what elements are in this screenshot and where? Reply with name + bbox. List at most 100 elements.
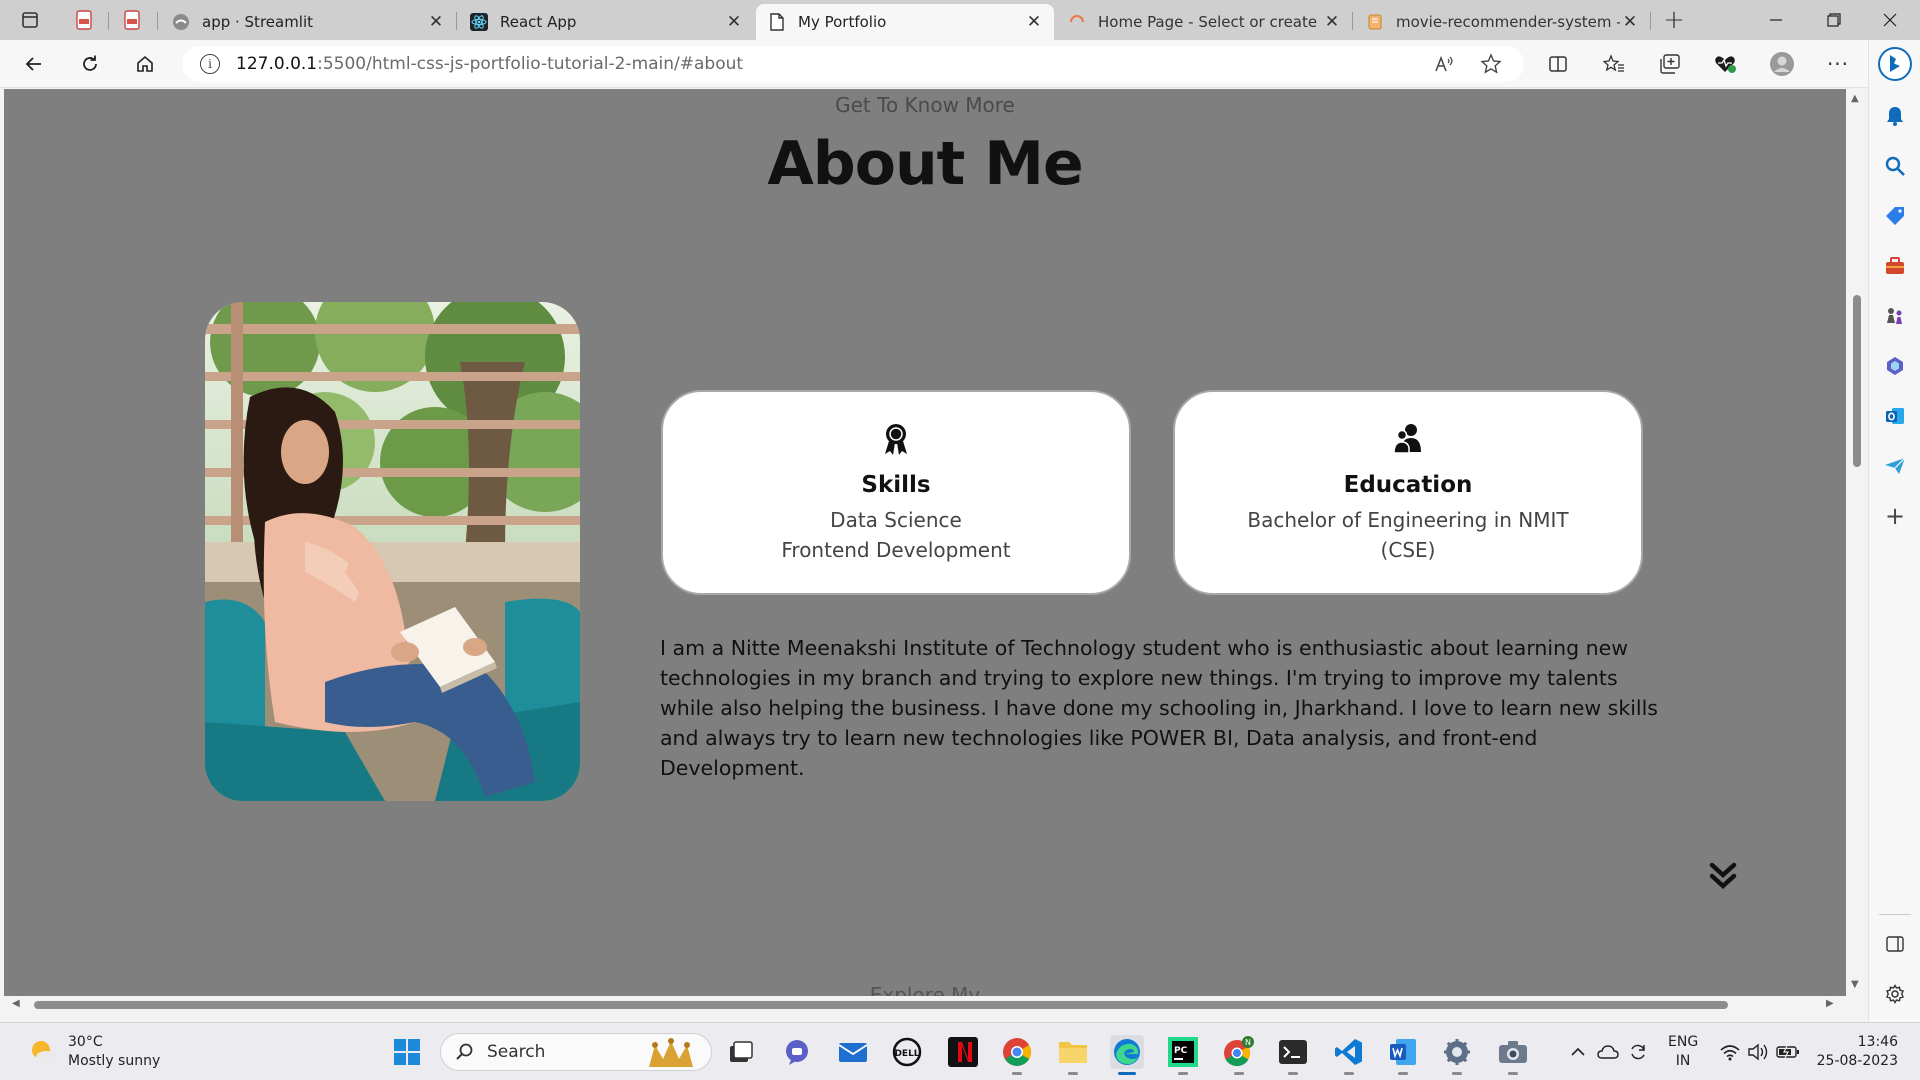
- award-icon: [663, 422, 1129, 458]
- active-indicator: [1118, 1072, 1136, 1075]
- file-explorer-icon[interactable]: [1056, 1035, 1090, 1069]
- vertical-scroll-thumb[interactable]: [1853, 295, 1861, 467]
- volume-icon[interactable]: [1746, 1041, 1770, 1063]
- scroll-left-icon[interactable]: ◀: [12, 998, 20, 1009]
- send-telegram-icon[interactable]: [1881, 452, 1909, 480]
- hide-sidebar-icon[interactable]: [1881, 930, 1909, 958]
- back-icon[interactable]: [16, 48, 52, 80]
- refresh-icon[interactable]: [72, 48, 108, 80]
- new-tab-icon[interactable]: +: [1652, 0, 1696, 40]
- notifications-icon[interactable]: [1881, 102, 1909, 130]
- collections-icon[interactable]: [1652, 48, 1688, 80]
- about-bio-text: I am a Nitte Meenakshi Institute of Tech…: [660, 636, 1658, 780]
- svg-text:DELL: DELL: [894, 1049, 919, 1059]
- search-highlight-icon: [649, 1038, 693, 1067]
- games-chess-icon[interactable]: [1881, 302, 1909, 330]
- address-bar[interactable]: i 127.0.0.1:5500/html-css-js-portfolio-t…: [182, 46, 1524, 82]
- onedrive-cloud-icon[interactable]: [1596, 1041, 1620, 1063]
- shopping-tag-icon[interactable]: [1881, 202, 1909, 230]
- pycharm-icon[interactable]: PC: [1166, 1035, 1200, 1069]
- running-indicator: [1398, 1072, 1408, 1075]
- tab-separator: [157, 12, 158, 30]
- battery-icon[interactable]: [1776, 1041, 1800, 1063]
- search-sidebar-icon[interactable]: [1881, 152, 1909, 180]
- chrome-icon[interactable]: [1000, 1035, 1034, 1069]
- favorites-icon[interactable]: [1596, 48, 1632, 80]
- horizontal-scrollbar[interactable]: ◀ ▶: [4, 996, 1846, 1012]
- settings-gear-icon[interactable]: [1881, 980, 1909, 1008]
- task-view-icon[interactable]: [724, 1035, 758, 1069]
- add-sidebar-app-icon[interactable]: +: [1881, 502, 1909, 530]
- word-icon[interactable]: [1386, 1035, 1420, 1069]
- tab-react-app[interactable]: React App ✕: [458, 4, 754, 40]
- running-indicator: [1508, 1072, 1518, 1075]
- pdf-tab-icon[interactable]: [62, 0, 106, 40]
- wifi-icon[interactable]: [1718, 1041, 1742, 1063]
- profile-avatar-icon[interactable]: [1764, 48, 1800, 80]
- clock-date: 25-08-2023: [1816, 1053, 1898, 1069]
- sync-icon[interactable]: [1626, 1041, 1650, 1063]
- system-clock[interactable]: 13:46 25-08-2023: [1816, 1033, 1898, 1071]
- tab-home-page[interactable]: Home Page - Select or create a n ✕: [1056, 4, 1352, 40]
- vscode-icon[interactable]: [1332, 1035, 1366, 1069]
- windows-taskbar: 30°C Mostly sunny Search DELL PC N ENG I…: [0, 1022, 1920, 1080]
- close-tab-icon[interactable]: ✕: [1322, 12, 1342, 32]
- close-tab-icon[interactable]: ✕: [724, 12, 744, 32]
- card-line: (CSE): [1380, 538, 1436, 562]
- pdf-tab-icon[interactable]: [110, 0, 154, 40]
- site-info-icon[interactable]: i: [200, 54, 220, 74]
- card-title: Skills: [861, 472, 931, 498]
- tab-separator: [1352, 12, 1353, 30]
- scroll-down-arrow-icon[interactable]: [1706, 859, 1740, 893]
- scroll-right-icon[interactable]: ▶: [1826, 998, 1834, 1009]
- close-tab-icon[interactable]: ✕: [1620, 12, 1640, 32]
- vertical-scrollbar[interactable]: ▲ ▼: [1846, 89, 1868, 996]
- outlook-icon[interactable]: [1881, 402, 1909, 430]
- mail-icon[interactable]: [836, 1035, 870, 1069]
- close-window-icon[interactable]: [1860, 0, 1920, 40]
- bing-copilot-icon[interactable]: [1877, 46, 1913, 82]
- terminal-icon[interactable]: [1276, 1035, 1310, 1069]
- chrome-profile-icon[interactable]: N: [1222, 1035, 1256, 1069]
- close-tab-icon[interactable]: ✕: [1024, 12, 1044, 32]
- tab-separator: [1650, 12, 1651, 30]
- tab-my-portfolio[interactable]: My Portfolio ✕: [756, 4, 1054, 40]
- scroll-down-icon[interactable]: ▼: [1851, 979, 1859, 990]
- edge-sidebar: +: [1868, 40, 1920, 1022]
- minimize-icon[interactable]: [1746, 0, 1806, 40]
- close-tab-icon[interactable]: ✕: [426, 12, 446, 32]
- read-aloud-icon[interactable]: [1434, 54, 1454, 79]
- camera-icon[interactable]: [1496, 1035, 1530, 1069]
- running-indicator: [1234, 1072, 1244, 1075]
- home-icon[interactable]: [127, 48, 163, 80]
- teams-chat-icon[interactable]: [780, 1035, 814, 1069]
- restore-icon[interactable]: [1804, 0, 1864, 40]
- start-windows-icon[interactable]: [390, 1035, 424, 1069]
- edge-browser-icon[interactable]: [1110, 1035, 1144, 1069]
- scroll-up-icon[interactable]: ▲: [1851, 93, 1859, 104]
- more-menu-icon[interactable]: ···: [1820, 48, 1856, 80]
- next-section-subtitle: Explore My: [869, 983, 981, 996]
- settings-app-icon[interactable]: [1440, 1035, 1474, 1069]
- favorite-star-icon[interactable]: [1480, 53, 1502, 80]
- url-path: :5500/html-css-js-portfolio-tutorial-2-m…: [317, 54, 744, 74]
- netflix-icon[interactable]: [946, 1035, 980, 1069]
- taskbar-search[interactable]: Search: [440, 1033, 712, 1071]
- tab-title: movie-recommender-system - Ju: [1396, 13, 1620, 31]
- running-indicator: [1178, 1072, 1188, 1075]
- tools-briefcase-icon[interactable]: [1881, 252, 1909, 280]
- browser-essentials-icon[interactable]: [1707, 48, 1743, 80]
- weather-widget[interactable]: 30°C Mostly sunny: [28, 1033, 160, 1071]
- input-language-indicator[interactable]: ENG IN: [1668, 1033, 1698, 1071]
- skills-card: Skills Data Science Frontend Development: [661, 390, 1131, 595]
- microsoft-365-icon[interactable]: [1881, 352, 1909, 380]
- tab-jupyter[interactable]: movie-recommender-system - Ju ✕: [1354, 4, 1650, 40]
- dell-icon[interactable]: DELL: [890, 1035, 924, 1069]
- horizontal-scroll-thumb[interactable]: [34, 1001, 1728, 1009]
- show-hidden-icons-chevron-icon[interactable]: [1566, 1041, 1590, 1063]
- tab-actions-icon[interactable]: [8, 0, 52, 40]
- tab-separator: [108, 12, 109, 30]
- running-indicator: [1068, 1072, 1078, 1075]
- split-screen-icon[interactable]: [1540, 48, 1576, 80]
- tab-streamlit[interactable]: app · Streamlit ✕: [160, 4, 456, 40]
